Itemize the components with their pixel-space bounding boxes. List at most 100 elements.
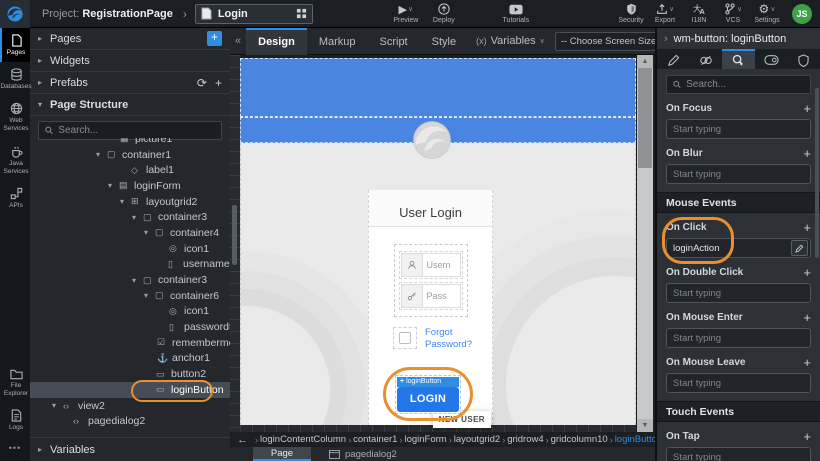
rail-item-web-services[interactable]: Web Services	[0, 96, 30, 138]
user-avatar[interactable]: JS	[792, 4, 812, 24]
chevron-down-icon[interactable]: ▾	[132, 213, 143, 222]
add-icon[interactable]: +	[803, 429, 811, 444]
event-input-box[interactable]	[666, 238, 811, 258]
tree-item[interactable]: ▾ ☑ remembermecheck	[30, 335, 230, 351]
chevron-down-icon[interactable]: ▾	[144, 228, 155, 237]
settings-button[interactable]: ⚙∨ Settings	[752, 3, 782, 24]
tree-item[interactable]: ▾ ▢ container4	[30, 225, 230, 241]
chevron-down-icon[interactable]: ▾	[108, 181, 119, 190]
export-button[interactable]: ∨ Export	[650, 3, 680, 24]
tree-item[interactable]: ▾ ▭ button2	[30, 366, 230, 382]
tab-markup[interactable]	[657, 49, 690, 69]
events-search-input[interactable]	[686, 79, 804, 90]
add-icon[interactable]: +	[803, 220, 811, 235]
breadcrumb-item[interactable]: loginForm	[404, 434, 446, 445]
collapse-left-icon[interactable]: «	[230, 35, 246, 47]
header-container-1[interactable]	[240, 58, 636, 117]
add-prefab-button[interactable]: +	[215, 76, 222, 90]
add-icon[interactable]: +	[803, 146, 811, 161]
tab-styles[interactable]	[690, 49, 723, 69]
event-input-box[interactable]	[666, 373, 811, 393]
canvas-mode-tab[interactable]: Style	[420, 28, 468, 55]
section-widgets[interactable]: ▸ Widgets	[30, 50, 230, 72]
breadcrumb-item[interactable]: gridrow4	[507, 434, 543, 445]
breadcrumb-item[interactable]: layoutgrid2	[454, 434, 500, 445]
tree-item[interactable]: ▾ ▭ loginButton	[30, 382, 230, 398]
scrollbar-thumb[interactable]	[638, 68, 652, 168]
open-page-tab[interactable]: Login	[195, 4, 313, 24]
chevron-down-icon[interactable]: ▾	[52, 401, 63, 410]
rail-item-java-services[interactable]: Java Services	[0, 139, 30, 181]
scroll-up-icon[interactable]: ▲	[637, 55, 653, 68]
security-button[interactable]: Security	[616, 3, 646, 24]
i18n-button[interactable]: 大 A I18N	[684, 3, 714, 24]
tree-item[interactable]: ▾ ⚓ anchor1	[30, 351, 230, 367]
preview-button[interactable]: ▶∨ Preview	[391, 3, 421, 24]
app-logo[interactable]	[0, 0, 30, 28]
tree-item[interactable]: ▾ ▯ usernametext	[30, 257, 230, 273]
add-icon[interactable]: +	[803, 310, 811, 325]
add-icon[interactable]: +	[803, 265, 811, 280]
tab-security[interactable]	[787, 49, 820, 69]
chevron-down-icon[interactable]: ▾	[132, 276, 143, 285]
password-input[interactable]: Pass	[423, 284, 461, 308]
section-prefabs[interactable]: ▸ Prefabs ⟳ +	[30, 72, 230, 94]
events-search[interactable]	[666, 75, 811, 94]
section-pages[interactable]: ▸ Pages +	[30, 28, 230, 50]
breadcrumb-item[interactable]: loginContentColumn	[260, 434, 346, 445]
section-page-structure[interactable]: ▾ Page Structure	[30, 94, 230, 116]
page-logo[interactable]	[410, 118, 454, 162]
canvas-mode-tab[interactable]: Script	[368, 28, 420, 55]
remember-me-checkbox[interactable]	[399, 332, 411, 344]
tab-page[interactable]: Page	[253, 447, 311, 461]
edit-icon[interactable]	[791, 240, 808, 256]
section-variables[interactable]: ▸ Variables	[30, 437, 230, 461]
canvas-scrollbar[interactable]: ▲ ▼	[637, 55, 653, 432]
event-input-box[interactable]	[666, 328, 811, 348]
chevron-down-icon[interactable]: ▾	[144, 291, 155, 300]
more-options-icon[interactable]: •••	[0, 437, 30, 461]
canvas-left-scrollbar[interactable]	[232, 205, 237, 265]
breadcrumb-item[interactable]: loginButton	[615, 434, 655, 445]
scroll-down-icon[interactable]: ▼	[637, 419, 653, 432]
add-page-button[interactable]: +	[207, 31, 222, 46]
breadcrumb-item[interactable]: container1	[353, 434, 397, 445]
rail-item-logs[interactable]: Logs	[0, 403, 30, 437]
structure-search-input[interactable]	[58, 125, 215, 136]
username-row[interactable]: Usern	[399, 251, 463, 279]
add-icon[interactable]: +	[803, 355, 811, 370]
event-input[interactable]	[673, 243, 791, 254]
chevron-down-icon[interactable]: ▾	[96, 150, 107, 159]
rail-item-file-explorer[interactable]: File Explorer	[0, 362, 30, 403]
event-input-box[interactable]	[666, 164, 811, 184]
variables-button[interactable]: (x) Variables ∨	[476, 35, 545, 47]
tree-item[interactable]: ▾ ▯ passwordtext	[30, 319, 230, 335]
deploy-button[interactable]: Deploy	[429, 3, 459, 24]
password-row[interactable]: Pass	[399, 282, 463, 310]
tree-item[interactable]: ▾ ▢ container6	[30, 288, 230, 304]
canvas-mode-tab[interactable]: Design	[246, 28, 307, 55]
chevron-right-icon[interactable]: ›	[664, 33, 668, 45]
tab-events[interactable]	[722, 49, 755, 69]
login-button[interactable]: LOGIN	[397, 387, 459, 412]
event-input-box[interactable]	[666, 119, 811, 139]
tree-item[interactable]: ▾ ‹› pagedialog2	[30, 413, 230, 429]
tutorials-button[interactable]: Tutorials	[501, 3, 531, 24]
inspector-scrollbar[interactable]	[815, 88, 819, 258]
tree-item[interactable]: ▾ ◇ label1	[30, 162, 230, 178]
tree-item[interactable]: ▾ ◎ icon1	[30, 241, 230, 257]
event-input-box[interactable]	[666, 447, 811, 461]
chevron-down-icon[interactable]: ▾	[120, 197, 131, 206]
event-input[interactable]	[673, 124, 808, 135]
rail-item-apis[interactable]: APIs	[0, 181, 30, 215]
username-input[interactable]: Usern	[423, 253, 461, 277]
tree-item[interactable]: ▾ ▢ container1	[30, 147, 230, 163]
tree-item[interactable]: ▾ ▤ loginForm	[30, 178, 230, 194]
vcs-button[interactable]: ∨ VCS	[718, 3, 748, 24]
event-input[interactable]	[673, 378, 808, 389]
login-card[interactable]: User Login Usern	[368, 190, 493, 425]
forgot-password-link[interactable]: Forgot Password?	[425, 327, 471, 351]
tree-item[interactable]: ▾ ‹› view2	[30, 398, 230, 414]
rail-item-pages[interactable]: Pages	[0, 28, 30, 62]
rail-item-databases[interactable]: Databases	[0, 62, 30, 96]
